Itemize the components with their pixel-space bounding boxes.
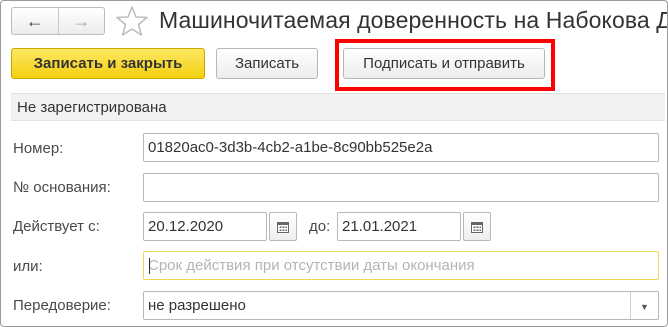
valid-from-field[interactable]: 20.12.2020 — [143, 212, 267, 241]
highlight-frame — [335, 39, 555, 91]
validity-period-placeholder: Срок действия при отсутствии даты оконча… — [148, 257, 475, 274]
save-and-close-button[interactable]: Записать и закрыть — [11, 48, 205, 79]
or-period-label: или: — [13, 258, 43, 275]
redelegation-value: не разрешено — [148, 297, 246, 314]
number-field[interactable]: 01820ac0-3d3b-4cb2-a1be-8c90bb525e2a — [143, 133, 659, 162]
basis-number-label: № основания: — [13, 179, 111, 196]
validity-period-field[interactable]: Срок действия при отсутствии даты оконча… — [143, 251, 659, 280]
valid-to-label: до: — [309, 218, 331, 235]
redelegation-select[interactable]: не разрешено ▼ — [143, 291, 659, 320]
redelegation-dropdown-button[interactable]: ▼ — [630, 292, 658, 319]
save-button[interactable]: Записать — [216, 48, 318, 79]
chevron-down-icon: ▼ — [640, 301, 649, 312]
navigation-group: ← → — [11, 7, 105, 35]
status-bar: Не зарегистрирована — [11, 93, 665, 121]
arrow-left-icon: ← — [25, 10, 44, 31]
form-window: ← → Машиночитаемая доверенность на Набок… — [0, 0, 668, 327]
basis-number-field[interactable] — [143, 173, 659, 202]
forward-button[interactable]: → — [57, 8, 105, 34]
number-label: Номер: — [13, 140, 64, 157]
valid-from-calendar-button[interactable] — [269, 212, 297, 241]
valid-to-field[interactable]: 21.01.2021 — [337, 212, 461, 241]
valid-from-label: Действует с: — [13, 218, 100, 235]
arrow-right-icon: → — [72, 10, 91, 31]
valid-to-calendar-button[interactable] — [463, 212, 491, 241]
calendar-icon — [277, 221, 289, 233]
text-cursor — [149, 258, 150, 274]
favorite-star-icon[interactable] — [115, 5, 149, 37]
calendar-icon — [471, 221, 483, 233]
window-title: Машиночитаемая доверенность на Набокова … — [159, 7, 668, 33]
back-button[interactable]: ← — [12, 8, 58, 34]
redelegation-label: Передоверие: — [13, 297, 111, 314]
